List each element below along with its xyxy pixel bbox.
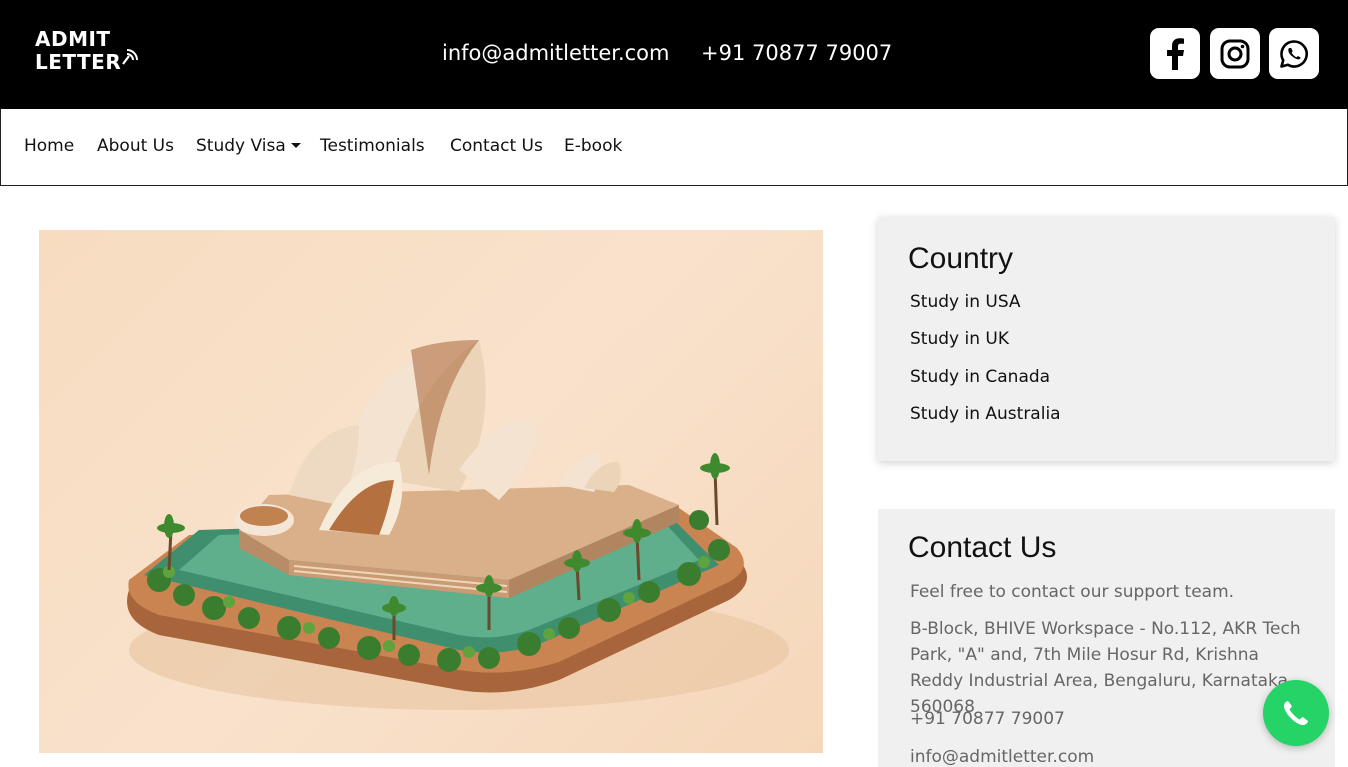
hero-image (39, 230, 823, 753)
instagram-button[interactable] (1210, 28, 1260, 79)
phone-icon (1284, 701, 1308, 725)
country-title: Country (908, 242, 1014, 275)
link-study-in-uk[interactable]: Study in UK (910, 328, 1009, 350)
nav-ebook[interactable]: E-book (564, 135, 622, 157)
logo-line2: LETTER (35, 50, 122, 74)
contact-title: Contact Us (908, 531, 1057, 564)
link-study-in-australia[interactable]: Study in Australia (910, 403, 1061, 425)
opera-house-illustration (127, 340, 789, 710)
country-card: Country Study in USA Study in UK Study i… (878, 217, 1335, 461)
whatsapp-icon (1280, 39, 1308, 68)
nav-study-visa[interactable]: Study Visa (196, 135, 301, 157)
link-study-in-usa[interactable]: Study in USA (910, 291, 1021, 313)
nav-study-visa-label: Study Visa (196, 136, 286, 156)
header-email-link[interactable]: info@admitletter.com (442, 38, 669, 68)
contact-address: B-Block, BHIVE Workspace - No.112, AKR T… (910, 619, 1301, 717)
contact-email-link[interactable]: info@admitletter.com (910, 744, 1310, 767)
floating-whatsapp-button[interactable] (1263, 680, 1329, 746)
nav-about-us[interactable]: About Us (97, 135, 174, 157)
nav-home[interactable]: Home (24, 135, 74, 157)
logo-signal-icon (122, 49, 138, 65)
contact-phone-link[interactable]: +91 70877 79007 (910, 706, 1310, 732)
caret-down-icon (290, 143, 301, 148)
logo-line1: ADMIT (35, 27, 111, 51)
link-study-in-canada[interactable]: Study in Canada (910, 366, 1050, 388)
whatsapp-button[interactable] (1269, 28, 1319, 79)
nav-testimonials[interactable]: Testimonials (320, 135, 425, 157)
contact-intro: Feel free to contact our support team. (910, 582, 1235, 602)
facebook-button[interactable] (1150, 28, 1200, 79)
admit-letter-logo[interactable]: ADMIT LETTER (35, 28, 145, 76)
facebook-icon (1167, 37, 1184, 70)
top-header: ADMIT LETTER info@admitletter.com +91 70… (0, 0, 1348, 109)
header-phone-link[interactable]: +91 70877 79007 (701, 38, 892, 68)
main-navbar: Home About Us Study Visa Testimonials Co… (0, 109, 1348, 186)
instagram-icon (1220, 39, 1250, 68)
nav-contact-us[interactable]: Contact Us (450, 135, 543, 157)
